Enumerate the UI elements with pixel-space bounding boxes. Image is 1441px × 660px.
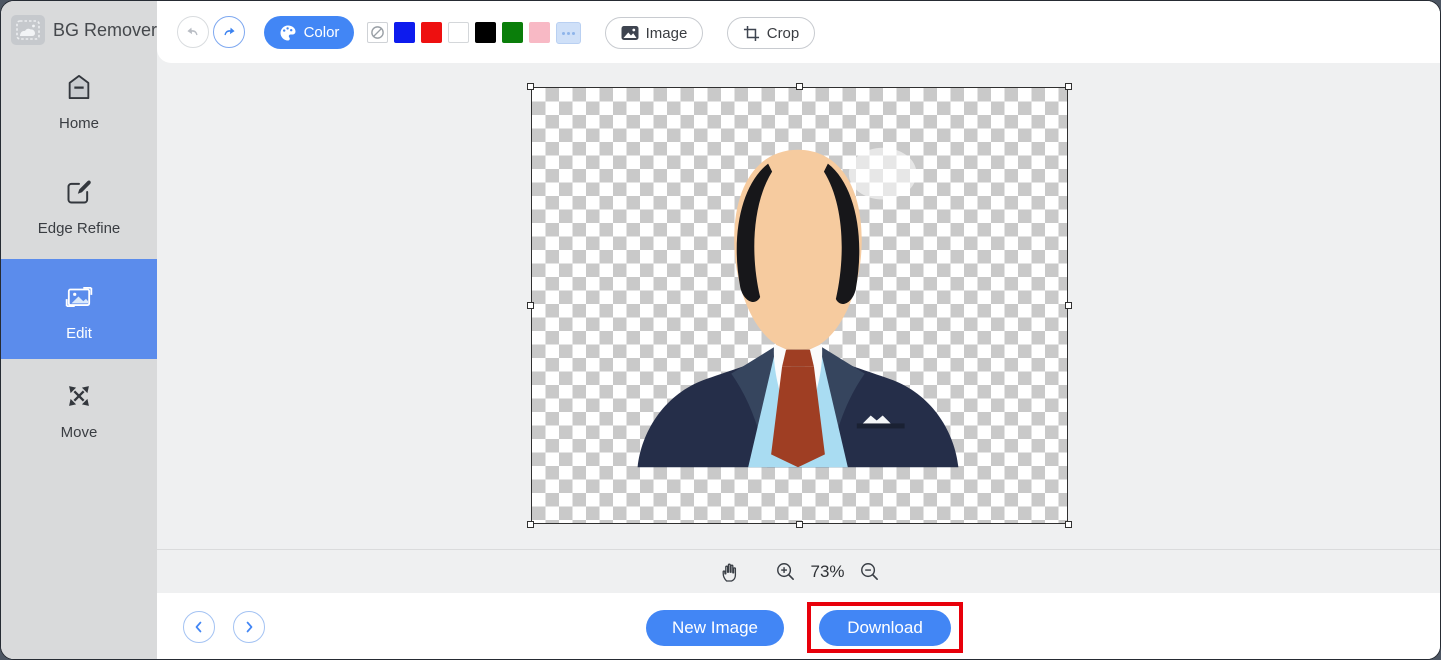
crop-icon bbox=[743, 25, 760, 42]
color-button[interactable]: Color bbox=[264, 16, 354, 49]
zoom-in-button[interactable] bbox=[775, 561, 796, 582]
image-icon bbox=[621, 25, 639, 41]
zoom-controls: 73% bbox=[157, 549, 1441, 593]
zoom-out-button[interactable] bbox=[859, 561, 880, 582]
app-logo: BG Remover bbox=[11, 15, 157, 45]
sidebar-item-label: Edit bbox=[1, 325, 157, 342]
redo-icon bbox=[220, 23, 238, 41]
home-icon bbox=[65, 73, 93, 101]
app-window: BG Remover Home Edge Refine bbox=[0, 0, 1441, 660]
chevron-left-icon bbox=[192, 620, 206, 634]
swatch-none[interactable] bbox=[367, 22, 388, 43]
move-arrows-icon bbox=[65, 382, 93, 410]
download-button[interactable]: Download bbox=[819, 610, 951, 646]
crop-button[interactable]: Crop bbox=[727, 17, 815, 49]
undo-icon bbox=[184, 23, 202, 41]
previous-button[interactable] bbox=[183, 611, 215, 643]
canvas[interactable] bbox=[531, 87, 1068, 524]
sidebar-item-label: Home bbox=[1, 115, 157, 132]
swatch-green[interactable] bbox=[502, 22, 523, 43]
sidebar-item-home[interactable]: Home bbox=[1, 61, 157, 149]
workspace: 73% bbox=[157, 1, 1441, 593]
avatar-image bbox=[532, 88, 1067, 523]
swatch-black[interactable] bbox=[475, 22, 496, 43]
sidebar-item-edit[interactable]: Edit bbox=[1, 259, 157, 359]
sidebar: BG Remover Home Edge Refine bbox=[1, 1, 157, 660]
swatch-blue[interactable] bbox=[394, 22, 415, 43]
zoom-level: 73% bbox=[810, 562, 844, 582]
next-button[interactable] bbox=[233, 611, 265, 643]
swatch-more-colors[interactable] bbox=[556, 22, 581, 44]
selection-handle-w[interactable] bbox=[527, 302, 534, 309]
toolbar: Color Image Cro bbox=[157, 1, 1441, 63]
edge-refine-icon bbox=[65, 178, 93, 206]
no-color-icon bbox=[370, 25, 385, 40]
swatch-white[interactable] bbox=[448, 22, 469, 43]
image-button[interactable]: Image bbox=[605, 17, 703, 49]
color-button-label: Color bbox=[304, 24, 340, 41]
hand-tool[interactable] bbox=[719, 561, 741, 583]
swatch-pink[interactable] bbox=[529, 22, 550, 43]
edit-image-icon bbox=[64, 283, 94, 311]
undo-button[interactable] bbox=[177, 16, 209, 48]
sidebar-item-label: Edge Refine bbox=[1, 220, 157, 237]
palette-icon bbox=[279, 24, 297, 42]
sidebar-item-edge-refine[interactable]: Edge Refine bbox=[1, 164, 157, 252]
selection-handle-sw[interactable] bbox=[527, 521, 534, 528]
redo-button[interactable] bbox=[213, 16, 245, 48]
footer-bar: New Image Download bbox=[157, 593, 1441, 660]
selection-handle-se[interactable] bbox=[1065, 521, 1072, 528]
chevron-right-icon bbox=[242, 620, 256, 634]
new-image-button[interactable]: New Image bbox=[646, 610, 784, 646]
crop-button-label: Crop bbox=[767, 25, 800, 42]
selection-handle-nw[interactable] bbox=[527, 83, 534, 90]
swatch-red[interactable] bbox=[421, 22, 442, 43]
app-logo-icon bbox=[11, 15, 45, 45]
selection-handle-n[interactable] bbox=[796, 83, 803, 90]
selection-handle-ne[interactable] bbox=[1065, 83, 1072, 90]
image-button-label: Image bbox=[646, 25, 688, 42]
selection-handle-s[interactable] bbox=[796, 521, 803, 528]
sidebar-item-label: Move bbox=[1, 424, 157, 441]
app-title: BG Remover bbox=[53, 20, 157, 41]
selection-handle-e[interactable] bbox=[1065, 302, 1072, 309]
sidebar-item-move[interactable]: Move bbox=[1, 369, 157, 459]
